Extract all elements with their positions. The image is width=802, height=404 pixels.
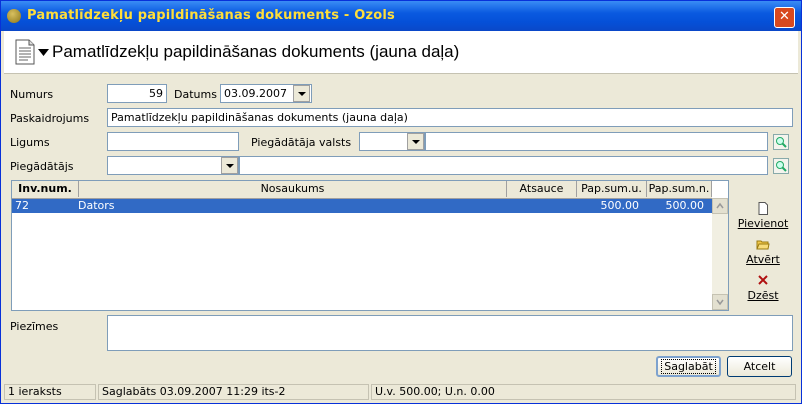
cell-inv: 72 (15, 199, 29, 212)
ligums-label: Ligums (10, 136, 50, 149)
piegadatajs-dropdown-button[interactable] (221, 157, 238, 174)
add-button-label: Pievienot (737, 217, 789, 230)
add-button[interactable]: Pievienot (735, 202, 791, 230)
delete-button[interactable]: Dzēst (735, 274, 791, 302)
valsts-name-field (425, 132, 768, 151)
piegadatajs-code-field[interactable] (107, 156, 239, 175)
title-bar[interactable]: Pamatlīdzekļu papildināšanas dokuments -… (1, 1, 801, 31)
status-saved-info: Saglabāts 03.09.2007 11:29 its-2 (98, 384, 369, 400)
piegadatajs-label: Piegādātājs (10, 160, 74, 173)
window-title: Pamatlīdzekļu papildināšanas dokuments -… (27, 8, 395, 23)
datums-label: Datums (174, 88, 217, 101)
vertical-scrollbar[interactable] (712, 198, 728, 310)
table-row[interactable]: 72 Dators 500.00 500.00 (12, 199, 712, 213)
open-folder-icon (756, 240, 770, 250)
notes-textarea[interactable] (107, 315, 793, 351)
scroll-down-button[interactable] (712, 294, 728, 310)
save-button-label: Saglabāt (661, 359, 716, 374)
app-window: Pamatlīdzekļu papildināšanas dokuments -… (0, 0, 802, 404)
page-title: Pamatlīdzekļu papildināšanas dokuments (… (52, 42, 460, 61)
close-button[interactable]: ✕ (774, 7, 795, 28)
cancel-button[interactable]: Atcelt (727, 356, 792, 377)
table-header: Inv.num. Nosaukums Atsauce Pap.sum.u. Pa… (12, 181, 712, 199)
valsts-dropdown-button[interactable] (407, 133, 424, 150)
datums-dropdown-button[interactable] (293, 85, 310, 102)
delete-button-label: Dzēst (747, 289, 779, 302)
status-bar: 1 ieraksts Saglabāts 03.09.2007 11:29 it… (4, 382, 798, 401)
chevron-down-icon (716, 299, 724, 306)
piegadatajs-name-field (239, 156, 768, 175)
paskaidrojums-label: Paskaidrojums (10, 112, 90, 125)
search-icon[interactable] (773, 134, 789, 150)
chevron-up-icon (716, 202, 724, 209)
scroll-up-button[interactable] (712, 198, 728, 214)
numurs-field[interactable]: 59 (107, 84, 167, 103)
numurs-label: Numurs (10, 88, 54, 101)
items-table[interactable]: Inv.num. Nosaukums Atsauce Pap.sum.u. Pa… (11, 180, 729, 311)
column-pap-sum-n[interactable]: Pap.sum.n. (647, 181, 712, 197)
valsts-label: Piegādātāja valsts (251, 136, 352, 149)
datums-value: 03.09.2007 (224, 87, 287, 100)
column-atsauce[interactable]: Atsauce (507, 181, 577, 197)
header-panel: Pamatlīdzekļu papildināšanas dokuments (… (4, 31, 798, 74)
delete-x-icon (758, 275, 768, 285)
document-icon (15, 39, 35, 65)
app-icon (7, 9, 21, 23)
search-icon[interactable] (773, 158, 789, 174)
paskaidrojums-field[interactable]: Pamatlīdzekļu papildināšanas dokuments (… (107, 108, 793, 127)
save-button[interactable]: Saglabāt (656, 356, 721, 377)
notes-label: Piezīmes (10, 320, 59, 333)
column-nosaukums[interactable]: Nosaukums (79, 181, 507, 197)
cell-sum-n: 500.00 (665, 199, 705, 212)
open-button[interactable]: Atvērt (735, 238, 791, 266)
status-sums: U.v. 500.00; U.n. 0.00 (371, 384, 796, 400)
column-pap-sum-u[interactable]: Pap.sum.u. (577, 181, 647, 197)
ligums-field[interactable] (107, 132, 239, 151)
caret-down-icon[interactable] (38, 49, 49, 56)
column-inv-num[interactable]: Inv.num. (12, 181, 79, 197)
cell-sum-u: 500.00 (600, 199, 640, 212)
cell-atsauce (507, 199, 577, 213)
open-button-label: Atvērt (746, 253, 780, 266)
new-document-icon (758, 202, 768, 215)
cell-nosaukums: Dators (78, 199, 115, 212)
status-record-count: 1 ieraksts (4, 384, 96, 400)
